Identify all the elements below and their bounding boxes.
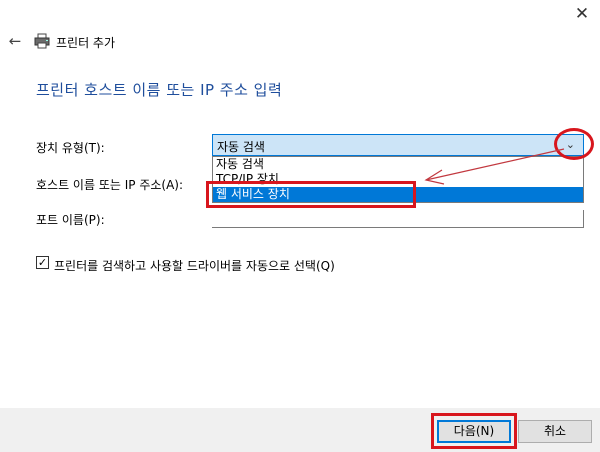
wizard-title: 프린터 추가 — [56, 36, 116, 50]
auto-select-driver-checkbox[interactable]: ✓ — [36, 256, 49, 269]
page-heading: 프린터 호스트 이름 또는 IP 주소 입력 — [36, 81, 283, 99]
next-highlight-box — [431, 413, 517, 449]
back-arrow-icon[interactable]: ← — [4, 30, 26, 52]
hostname-label: 호스트 이름 또는 IP 주소(A): — [36, 178, 184, 192]
port-name-label: 포트 이름(P): — [36, 213, 105, 227]
cancel-button[interactable]: 취소 — [518, 420, 592, 443]
auto-select-driver-label[interactable]: 프린터를 검색하고 사용할 드라이버를 자동으로 선택(Q) — [54, 257, 335, 274]
web-services-highlight-box — [206, 181, 416, 208]
device-type-value: 자동 검색 — [217, 140, 265, 154]
annotation-arrow — [424, 148, 565, 185]
device-type-label: 장치 유형(T): — [36, 141, 105, 155]
close-button[interactable]: ✕ — [568, 2, 596, 26]
port-name-input[interactable] — [212, 210, 584, 228]
printer-icon — [34, 33, 50, 49]
